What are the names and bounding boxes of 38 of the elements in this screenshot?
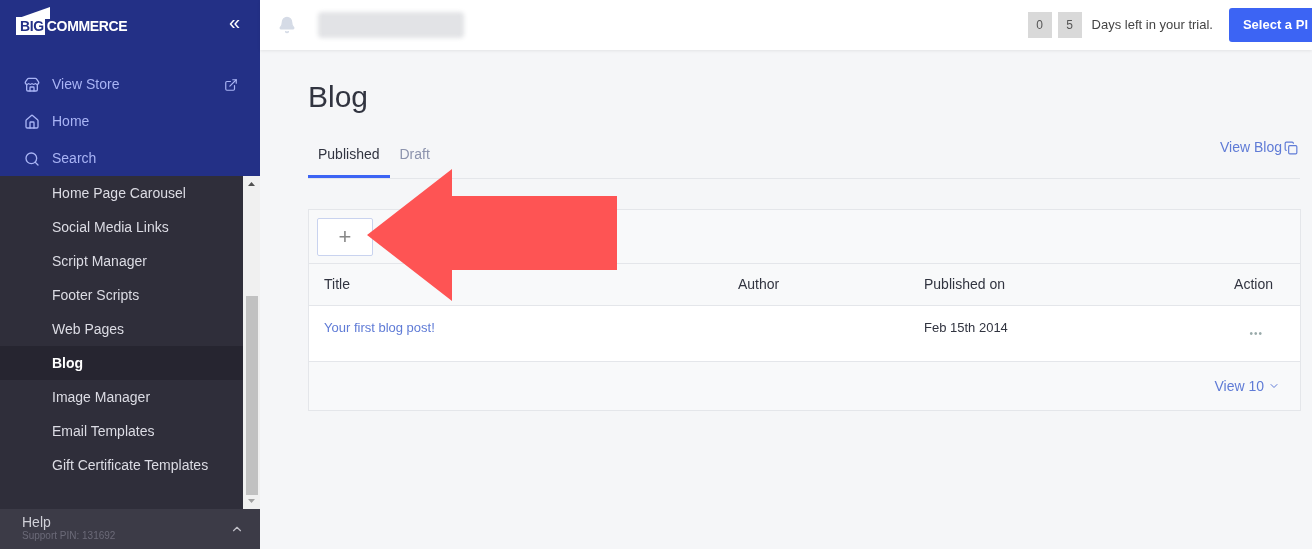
sidebar-item[interactable]: Web Pages (0, 312, 243, 346)
tab[interactable]: Published (308, 144, 390, 178)
add-button[interactable]: + (317, 217, 373, 256)
trial-counter-digit: 5 (1057, 12, 1082, 38)
sidebar-item[interactable]: Social Media Links (0, 210, 243, 244)
sidebar-item[interactable]: Blog (0, 346, 243, 380)
home-icon (24, 113, 40, 130)
scroll-up-icon[interactable] (248, 182, 255, 186)
date-cell-text: Feb 15th 2014 (924, 319, 1009, 337)
page-title: Blog (308, 79, 370, 115)
windows-icon (1284, 140, 1298, 155)
collapse-button[interactable]: « (228, 6, 240, 37)
logo[interactable]: BIG COMMERCE (16, 6, 128, 37)
view-count-dropdown[interactable]: View 10 (1214, 375, 1280, 397)
external-link-icon (224, 77, 238, 92)
nav-item[interactable]: Search (0, 141, 260, 176)
store-icon (24, 76, 40, 93)
sidebar-item[interactable]: Email Templates (0, 414, 243, 448)
column-header: Action (1234, 275, 1274, 294)
sidebar-item[interactable]: Image Manager (0, 380, 243, 414)
trial-text: Days left in your trial. (1091, 16, 1213, 35)
view-blog-link[interactable]: View Blog (1220, 137, 1298, 158)
trial-counter-digit: 0 (1027, 12, 1052, 38)
scrollbar[interactable] (243, 176, 260, 509)
sidebar-item[interactable]: Gift Certificate Templates (0, 448, 243, 482)
nav-item[interactable]: View Store (0, 67, 260, 102)
sidebar-item[interactable]: Script Manager (0, 244, 243, 278)
search-icon (24, 150, 40, 167)
post-title-link[interactable]: Your first blog post! (324, 306, 738, 338)
bell-icon[interactable] (278, 16, 296, 34)
nav-item[interactable]: Home (0, 104, 260, 139)
select-plan-button[interactable]: Select a Pl (1228, 8, 1312, 42)
column-header: Title (324, 275, 351, 294)
column-header: Published on (924, 275, 1006, 294)
column-header: Author (738, 275, 781, 294)
sidebar-item[interactable]: Footer Scripts (0, 278, 243, 312)
scroll-down-icon[interactable] (248, 499, 255, 503)
sidebar-item[interactable]: Home Page Carousel (0, 176, 243, 210)
